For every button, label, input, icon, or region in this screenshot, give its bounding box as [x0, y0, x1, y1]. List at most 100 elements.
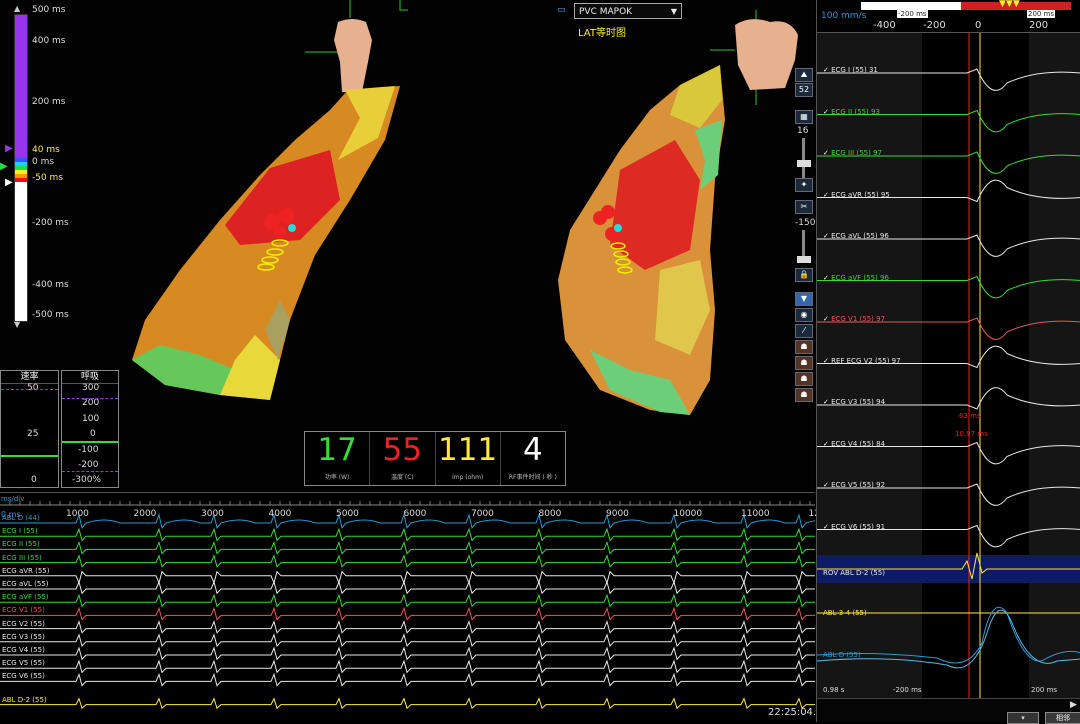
lat-label-40: 40 ms [32, 145, 60, 155]
lat-upper-handle-icon[interactable]: ▶ [5, 144, 13, 154]
review-channel-label[interactable]: ✓ ECG aVF (55) 96 [823, 274, 889, 282]
left-3d-map[interactable] [120, 0, 420, 410]
adjacent-button[interactable]: 相邻 [1045, 712, 1080, 724]
review-channel-name: ECG II (55) [831, 107, 872, 116]
review-channel-label[interactable]: ✓ ECG V5 (55) 92 [823, 481, 885, 489]
egm-time-tick: 1000 [66, 509, 89, 519]
lat-scale-down-arrow-icon[interactable]: ▼ [14, 320, 20, 330]
check-icon[interactable]: ✓ [823, 315, 831, 323]
brightness-icon[interactable]: ▦ [795, 110, 813, 124]
egm-traces[interactable] [0, 493, 815, 723]
review-traces[interactable] [817, 33, 1080, 698]
lat-lower-handle-icon[interactable]: ▶ [5, 178, 13, 188]
lat-label-minus200: -200 ms [32, 218, 69, 228]
egm-channel-label: ECG V1 (55) [2, 606, 45, 615]
check-icon[interactable]: ✓ [823, 149, 831, 157]
review-channel-label[interactable]: ✓ ECG aVR (55) 95 [823, 191, 890, 199]
egm-time-tick: 6000 [403, 509, 427, 519]
egm-channel-label: ECG III (55) [2, 553, 42, 562]
rate-panel: 速率 50 25 0 [0, 370, 59, 488]
map-viewport[interactable]: 500 ms 400 ms 200 ms 40 ms 0 ms -50 ms -… [0, 0, 815, 490]
review-panel[interactable]: ▼▼▼ -200 ms 200 ms 100 mm/s -400 -200 0 … [816, 0, 1080, 724]
metric-power: 17 功率 (W) [305, 432, 371, 485]
review-scrollbar[interactable]: ▼▼▼ [861, 0, 1071, 10]
color-icon[interactable]: ✦ [795, 178, 813, 192]
review-channel-label[interactable]: ✓ ECG III (55) 97 [823, 149, 882, 157]
check-icon[interactable]: ✓ [823, 523, 831, 531]
metric-rf-time: 4 RF事件时间 ( 秒 ) [501, 432, 565, 485]
egm-trace [0, 527, 815, 542]
eye-icon[interactable]: ◉ [795, 308, 813, 322]
lat-label-minus400: -400 ms [32, 280, 69, 290]
view-left-icon[interactable]: ☗ [795, 372, 813, 386]
review-channel-label[interactable]: ✓ ECG I (55) 31 [823, 66, 878, 74]
review-channel-label[interactable]: ✓ ECG V6 (55) 91 [823, 523, 885, 531]
review-scroll-right: 200 ms [1027, 10, 1056, 18]
slider-thumb-1[interactable] [797, 160, 811, 167]
review-channel-name: ECG aVF (55) [831, 273, 880, 282]
dropdown-icon[interactable]: ▼ [795, 292, 813, 306]
sweep-speed[interactable]: 100 mm/s [821, 11, 866, 21]
review-channel-label[interactable]: ✓ ECG aVL (55) 96 [823, 232, 889, 240]
play-icon[interactable]: ▶ [1070, 700, 1077, 710]
egm-time-tick: 11000 [741, 509, 770, 519]
view-back-icon[interactable]: ☗ [795, 356, 813, 370]
egm-time-tick: 5000 [336, 509, 359, 519]
metric-temperature: 55 温度 (C) [370, 432, 436, 485]
review-channel-label[interactable]: ✓ ECG V4 (55) 84 [823, 440, 885, 448]
right-3d-map[interactable] [550, 10, 810, 420]
lat-zero-marker-icon[interactable]: ▶ [0, 162, 8, 172]
lat-scale-up-arrow-icon[interactable]: ▲ [14, 4, 20, 14]
egm-trace [0, 554, 815, 568]
lat-label-minus500: -500 ms [32, 310, 69, 320]
orientation-torso-icon [334, 19, 372, 92]
egm-channel-label: ABL D (44) [2, 514, 40, 522]
lat-color-scale[interactable] [14, 14, 28, 322]
egm-channel-label: ECG V5 (55) [2, 659, 45, 668]
egm-trace [0, 697, 815, 710]
review-channel-label[interactable]: ✓ ECG V3 (55) 94 [823, 398, 885, 406]
check-icon[interactable]: ✓ [823, 274, 831, 282]
resp-upper-limit [62, 398, 118, 399]
map-select-dropdown[interactable]: PVC MAPOK ▼ [574, 3, 682, 19]
review-channel-label[interactable]: ✓ REF ECG V2 (55) 97 [823, 357, 901, 365]
check-icon[interactable]: ✓ [823, 66, 831, 74]
review-channel-label[interactable]: ✓ ECG V1 (55) 97 [823, 315, 885, 323]
review-shade-left [817, 33, 922, 698]
review-channel-label[interactable]: ✓ ECG II (55) 93 [823, 108, 880, 116]
tool-value-1: 52 [795, 83, 813, 97]
review-channel-name: ECG III (55) [831, 149, 874, 157]
lat-label-200: 200 ms [32, 97, 66, 107]
review-channel-value: 96 [879, 232, 889, 240]
review-channel-value: 94 [876, 398, 886, 406]
egm-strip[interactable]: ms/div 0 ms 1000 2000 3000 4000 5000 6000 7000… [0, 492, 826, 723]
check-icon[interactable]: ✓ [823, 398, 831, 406]
peak-icon[interactable]: ⛰ [795, 68, 813, 82]
map-type-title: LAT等时图 [578, 28, 626, 39]
view-front-icon[interactable]: ☗ [795, 340, 813, 354]
catheter-icon[interactable]: ⁄ [795, 324, 813, 338]
rate-tick-0: 0 [31, 475, 37, 485]
review-channel-value: 97 [891, 356, 901, 365]
annotation-lat: 63 ms [959, 412, 981, 420]
lock-icon[interactable]: 🔒 [795, 268, 813, 282]
review-channel-name: ECG V1 (55) [831, 315, 877, 323]
check-icon[interactable]: ✓ [823, 357, 831, 365]
check-icon[interactable]: ✓ [823, 481, 831, 489]
egm-trace [0, 646, 815, 661]
metric-rf-time-label: RF事件时间 ( 秒 ) [508, 474, 557, 481]
slider-track-1[interactable] [802, 138, 805, 178]
map-list-icon[interactable]: ▭ [557, 5, 566, 15]
clip-icon[interactable]: ✂ [795, 200, 813, 214]
check-icon[interactable]: ✓ [823, 108, 831, 116]
review-select-dropdown[interactable]: ▾ [1007, 712, 1039, 724]
check-icon[interactable]: ✓ [823, 232, 831, 240]
lat-label-minus50: -50 ms [32, 173, 64, 183]
egm-trace [0, 606, 815, 621]
lat-label-400: 400 ms [32, 36, 66, 46]
check-icon[interactable]: ✓ [823, 191, 831, 199]
view-right-icon[interactable]: ☗ [795, 388, 813, 402]
slider-thumb-2[interactable] [797, 256, 811, 263]
check-icon[interactable]: ✓ [823, 440, 831, 448]
review-markers-icon[interactable]: ▼▼▼ [999, 0, 1020, 9]
